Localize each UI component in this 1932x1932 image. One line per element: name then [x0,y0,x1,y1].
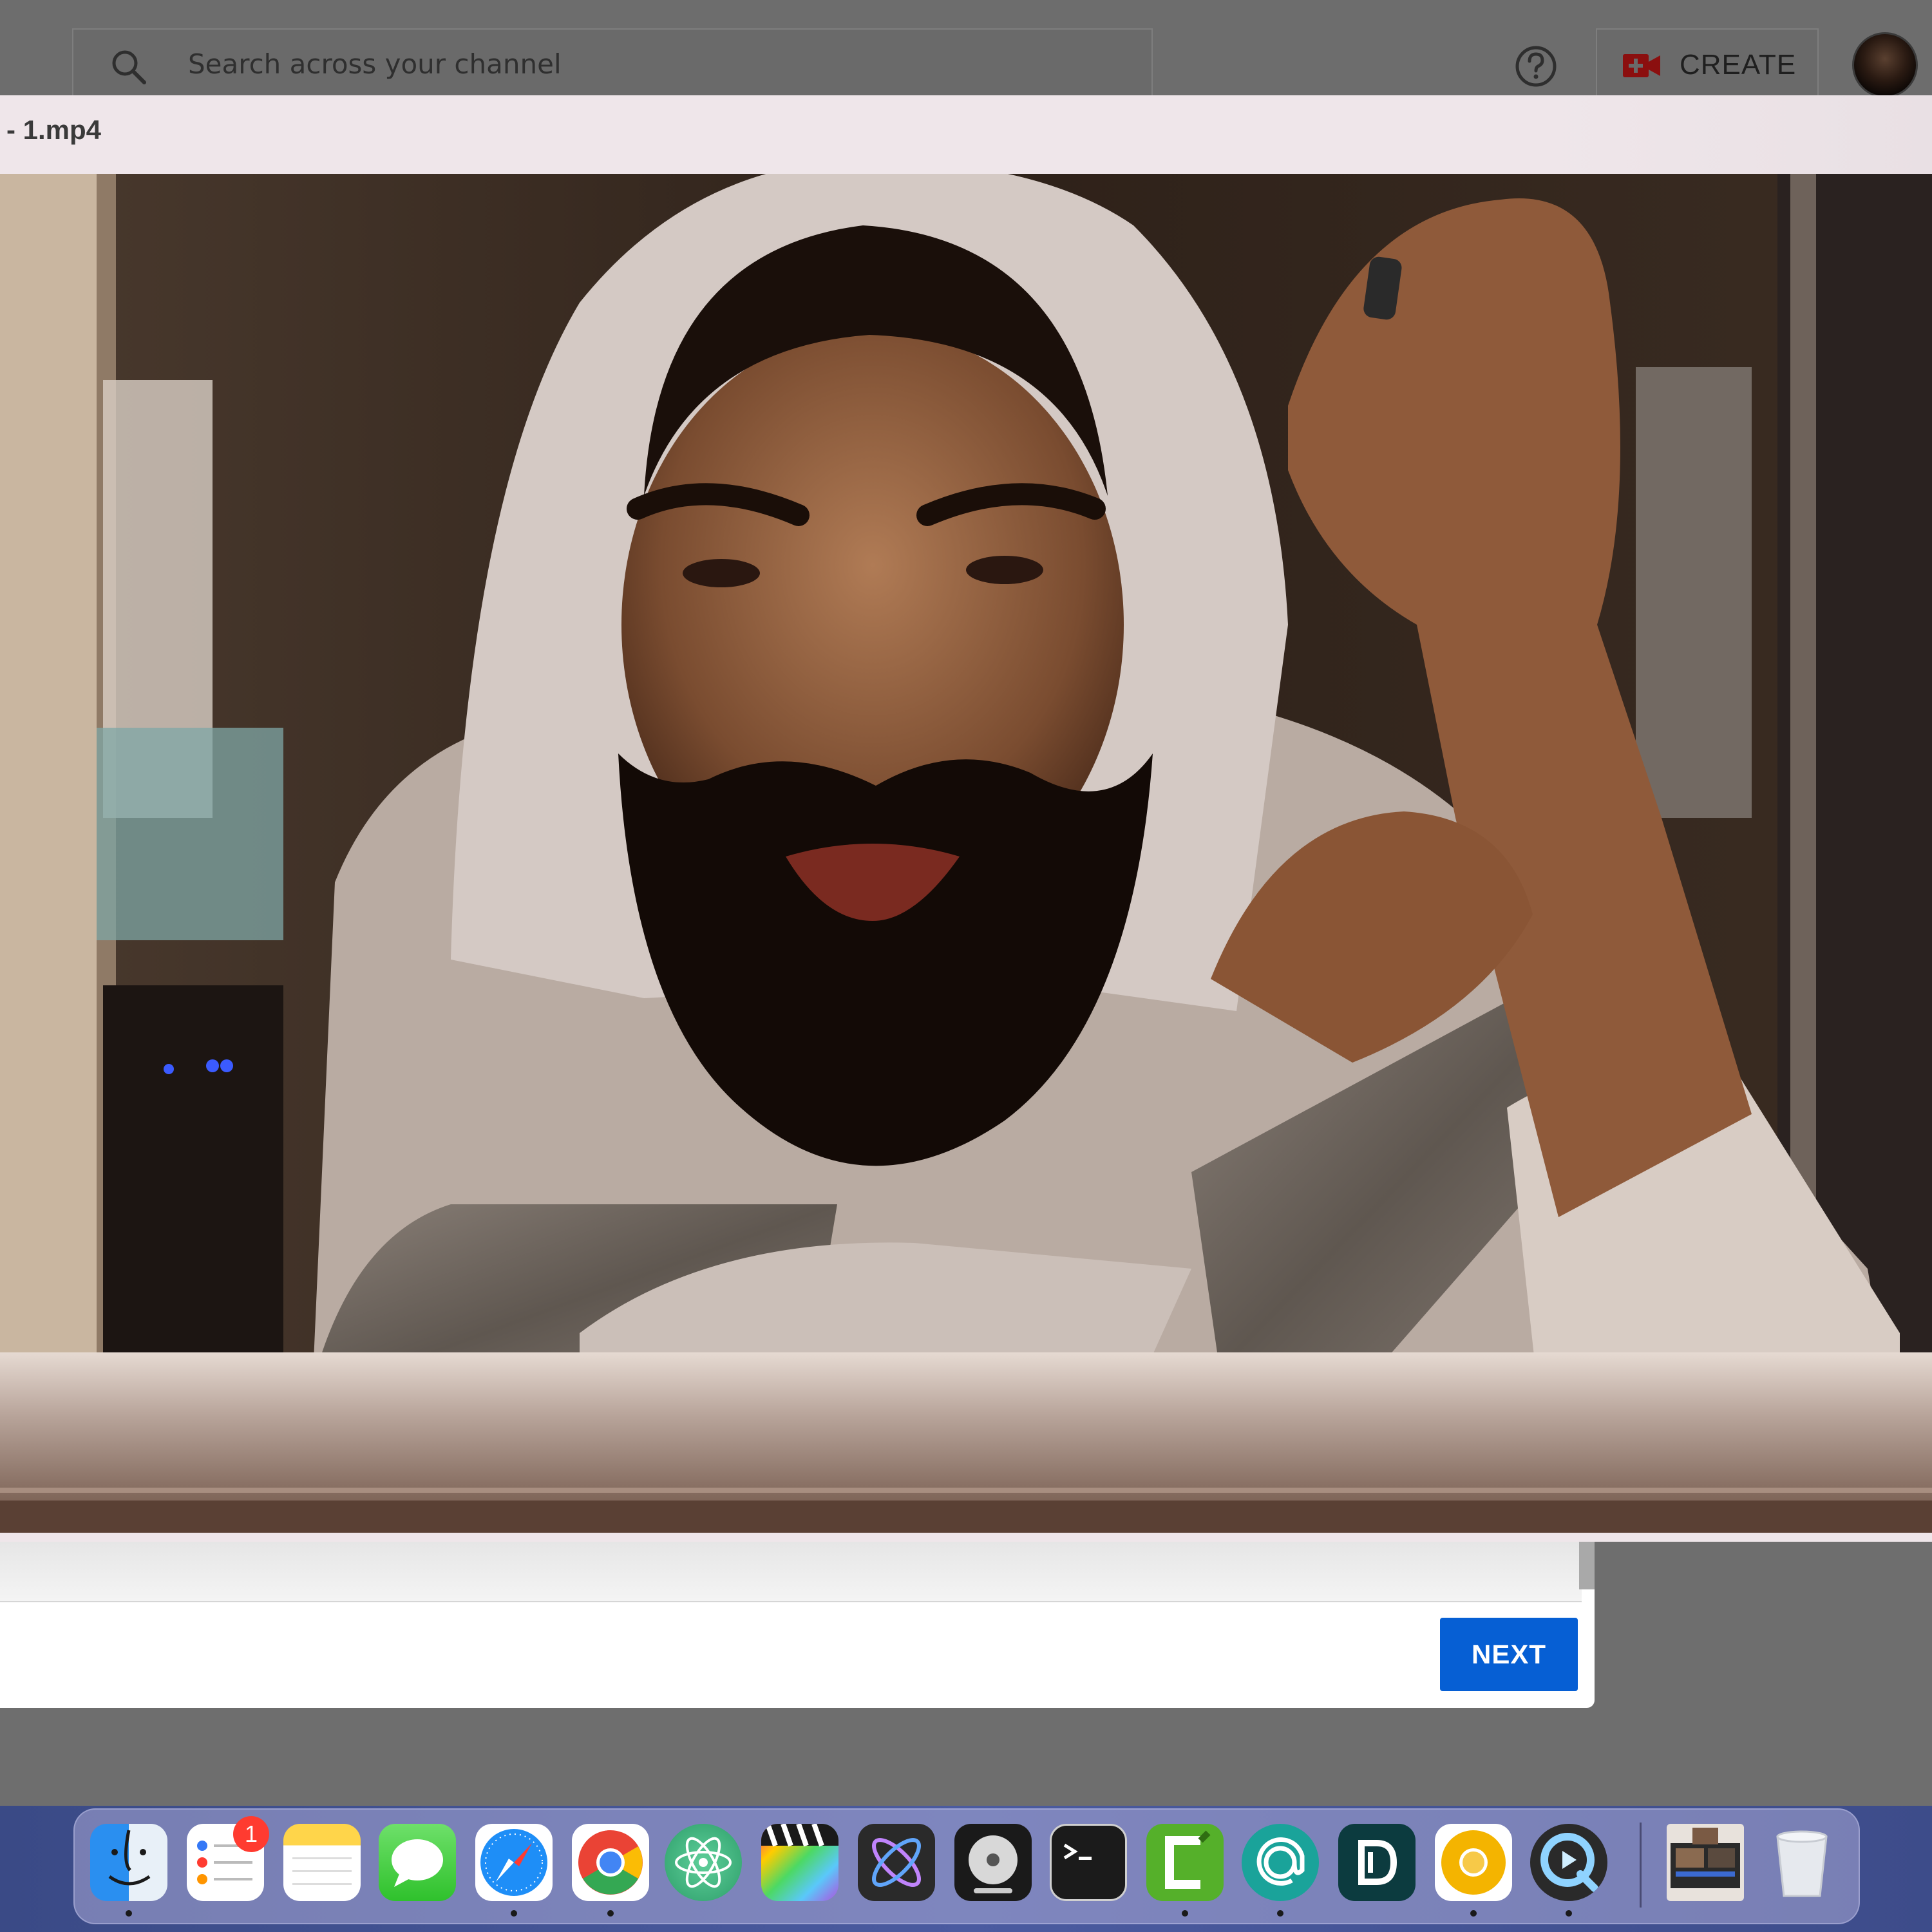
recent-document-icon[interactable] [1667,1824,1744,1901]
atom-icon[interactable] [665,1824,742,1901]
chrome-icon[interactable] [572,1824,649,1901]
dialog-scrollbar[interactable] [1579,1542,1595,1589]
help-icon[interactable] [1515,45,1557,88]
dashlane-icon[interactable] [1338,1824,1416,1901]
quicktime-icon[interactable] [1530,1824,1607,1901]
search-icon [112,50,146,84]
upload-dialog: NEXT [0,1542,1595,1708]
messages-icon[interactable] [379,1824,456,1901]
camtasia-running-dot [1182,1910,1188,1917]
avatar[interactable] [1852,32,1918,98]
spark-running-dot [1277,1910,1283,1917]
create-label: CREATE [1680,49,1797,80]
player-titlebar[interactable]: - 1.mp4 [0,95,1932,174]
motion-icon[interactable] [858,1824,935,1901]
video-frame[interactable] [0,174,1932,1533]
player-title: - 1.mp4 [6,115,102,145]
search-box[interactable] [72,28,1153,95]
chrome-running-dot [607,1910,614,1917]
search-input[interactable] [187,44,1091,84]
dock-divider [1640,1823,1642,1908]
compressor-icon[interactable] [954,1824,1032,1901]
safari-icon[interactable] [475,1824,553,1901]
safari-running-dot [511,1910,517,1917]
studio-header: CREATE [0,0,1932,98]
final-cut-pro-icon[interactable] [761,1824,838,1901]
video-still [0,174,1932,1533]
terminal-icon[interactable] [1050,1824,1127,1901]
create-button[interactable]: CREATE [1596,28,1819,95]
reminders-badge: 1 [233,1816,269,1852]
video-camera-icon [1623,54,1660,77]
notes-icon[interactable] [283,1824,361,1901]
chrome-canary-running-dot [1470,1910,1477,1917]
quicktime-running-dot [1566,1910,1572,1917]
camtasia-icon[interactable] [1146,1824,1224,1901]
finder-icon[interactable] [90,1824,167,1901]
chrome-canary-icon[interactable] [1435,1824,1512,1901]
finder-running-dot [126,1910,132,1917]
spark-mail-icon[interactable] [1242,1824,1319,1901]
dialog-content-area [0,1542,1582,1602]
trash-icon[interactable] [1763,1824,1841,1901]
next-button[interactable]: NEXT [1440,1618,1578,1691]
player-bottom-edge [0,1533,1932,1542]
